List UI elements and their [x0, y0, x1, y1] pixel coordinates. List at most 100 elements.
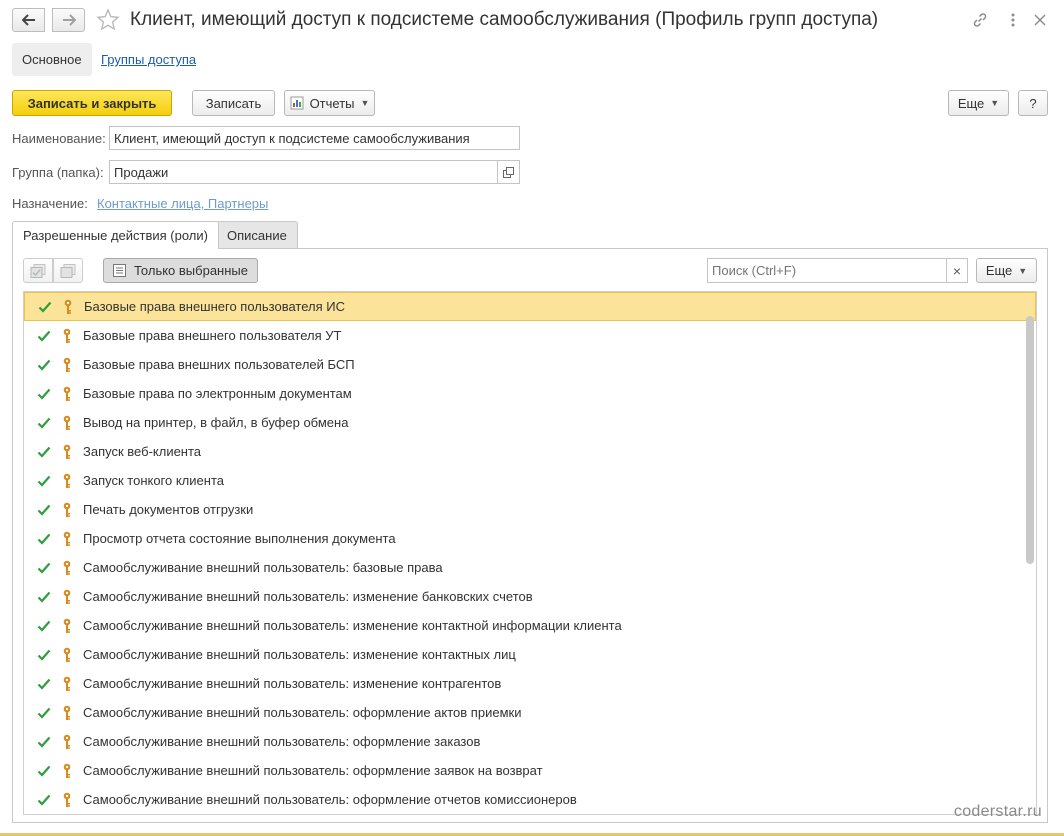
section-access-groups[interactable]: Группы доступа [91, 43, 206, 76]
table-row[interactable]: Базовые права внешнего пользователя ИС [24, 292, 1036, 321]
table-row[interactable]: Базовые права внешних пользователей БСП [24, 350, 1036, 379]
scrollbar[interactable] [1026, 316, 1034, 806]
checkmark-icon[interactable] [32, 707, 56, 719]
tab-description[interactable]: Описание [216, 221, 298, 248]
role-label: Просмотр отчета состояние выполнения док… [83, 531, 396, 546]
save-button[interactable]: Записать [192, 90, 275, 116]
table-row[interactable]: Запуск веб-клиента [24, 437, 1036, 466]
purpose-label: Назначение: [12, 196, 88, 211]
checkmark-icon[interactable] [32, 475, 56, 487]
table-row[interactable]: Самообслуживание внешний пользователь: и… [24, 611, 1036, 640]
table-row[interactable]: Самообслуживание внешний пользователь: и… [24, 640, 1036, 669]
link-icon[interactable] [970, 10, 990, 30]
checkmark-icon[interactable] [32, 620, 56, 632]
table-row[interactable]: Базовые права внешнего пользователя УТ [24, 321, 1036, 350]
reports-label: Отчеты [309, 95, 355, 111]
role-label: Самообслуживание внешний пользователь: и… [83, 618, 622, 633]
checkmark-icon[interactable] [33, 301, 57, 313]
group-label: Группа (папка): [12, 165, 104, 180]
table-row[interactable]: Запуск тонкого клиента [24, 466, 1036, 495]
forward-button[interactable] [52, 8, 85, 32]
save-and-close-button[interactable]: Записать и закрыть [12, 90, 172, 116]
back-button[interactable] [12, 8, 45, 32]
clear-search-button[interactable]: × [946, 258, 968, 283]
checkmark-icon[interactable] [32, 388, 56, 400]
check-all-button[interactable] [23, 258, 53, 283]
help-button[interactable]: ? [1018, 90, 1048, 116]
key-icon [58, 502, 76, 518]
role-label: Запуск веб-клиента [83, 444, 202, 459]
checkmark-icon[interactable] [32, 794, 56, 806]
table-row[interactable]: Печать документов отгрузки [24, 495, 1036, 524]
checkmark-icon[interactable] [32, 678, 56, 690]
key-icon [58, 357, 76, 373]
table-row[interactable]: Самообслуживание внешний пользователь: б… [24, 553, 1036, 582]
search-input[interactable] [707, 258, 947, 283]
role-label: Самообслуживание внешний пользователь: и… [83, 647, 516, 662]
group-field[interactable]: Продажи [109, 160, 498, 184]
key-icon [58, 647, 76, 663]
table-row[interactable]: Базовые права по электронным документам [24, 379, 1036, 408]
tab-roles[interactable]: Разрешенные действия (роли) [12, 221, 219, 249]
table-row[interactable]: Просмотр отчета состояние выполнения док… [24, 524, 1036, 553]
checkmark-icon[interactable] [32, 765, 56, 777]
key-icon [58, 734, 76, 750]
reports-button[interactable]: Отчеты ▼ [284, 90, 375, 116]
role-label: Базовые права внешнего пользователя ИС [84, 299, 345, 314]
uncheck-all-icon [60, 263, 76, 278]
chevron-down-icon: ▼ [990, 98, 1000, 108]
purpose-link[interactable]: Контактные лица, Партнеры [97, 196, 268, 211]
checkmark-icon[interactable] [32, 446, 56, 458]
chevron-down-icon: ▼ [360, 98, 370, 108]
table-row[interactable]: Самообслуживание внешний пользователь: о… [24, 727, 1036, 756]
role-label: Запуск тонкого клиента [83, 473, 224, 488]
checkmark-icon[interactable] [32, 649, 56, 661]
role-label: Самообслуживание внешний пользователь: и… [83, 589, 533, 604]
favorite-star-icon[interactable] [96, 8, 120, 35]
checkmark-icon[interactable] [32, 359, 56, 371]
roles-more-button[interactable]: Еще ▼ [976, 258, 1037, 283]
table-row[interactable]: Самообслуживание внешний пользователь: о… [24, 785, 1036, 814]
checkmark-icon[interactable] [32, 504, 56, 516]
role-label: Печать документов отгрузки [83, 502, 254, 517]
role-label: Базовые права внешнего пользователя УТ [83, 328, 342, 343]
open-window-icon [503, 166, 514, 178]
checkmark-icon[interactable] [32, 417, 56, 429]
role-label: Базовые права по электронным документам [83, 386, 352, 401]
scrollbar-thumb[interactable] [1026, 316, 1034, 564]
key-icon [58, 618, 76, 634]
key-icon [59, 299, 77, 315]
uncheck-all-button[interactable] [53, 258, 83, 283]
only-selected-label: Только выбранные [134, 263, 248, 278]
report-chart-icon [290, 96, 304, 110]
key-icon [58, 386, 76, 402]
table-row[interactable]: Самообслуживание внешний пользователь: о… [24, 698, 1036, 727]
watermark: coderstar.ru [953, 803, 1042, 820]
only-selected-toggle[interactable]: Только выбранные [103, 258, 258, 283]
table-row[interactable]: Самообслуживание внешний пользователь: о… [24, 756, 1036, 785]
table-row[interactable]: Вывод на принтер, в файл, в буфер обмена [24, 408, 1036, 437]
key-icon [58, 444, 76, 460]
roles-more-label: Еще [985, 263, 1013, 278]
key-icon [58, 328, 76, 344]
name-field[interactable]: Клиент, имеющий доступ к подсистеме само… [109, 126, 520, 150]
open-group-button[interactable] [497, 160, 520, 184]
more-button[interactable]: Еще ▼ [948, 90, 1009, 116]
role-label: Вывод на принтер, в файл, в буфер обмена [83, 415, 349, 430]
roles-table[interactable]: Базовые права внешнего пользователя ИС Ба… [23, 291, 1037, 815]
arrow-left-icon [21, 14, 35, 26]
name-label: Наименование: [12, 131, 106, 146]
table-row[interactable]: Самообслуживание внешний пользователь: и… [24, 669, 1036, 698]
checkmark-icon[interactable] [32, 591, 56, 603]
checkmark-icon[interactable] [32, 562, 56, 574]
key-icon [58, 560, 76, 576]
table-row[interactable]: Самообслуживание внешний пользователь: и… [24, 582, 1036, 611]
more-vertical-icon[interactable] [1003, 10, 1023, 30]
checkmark-icon[interactable] [32, 736, 56, 748]
section-main[interactable]: Основное [12, 43, 92, 76]
checkmark-icon[interactable] [32, 533, 56, 545]
key-icon [58, 531, 76, 547]
close-icon[interactable] [1030, 10, 1050, 30]
role-label: Самообслуживание внешний пользователь: о… [83, 792, 577, 807]
checkmark-icon[interactable] [32, 330, 56, 342]
